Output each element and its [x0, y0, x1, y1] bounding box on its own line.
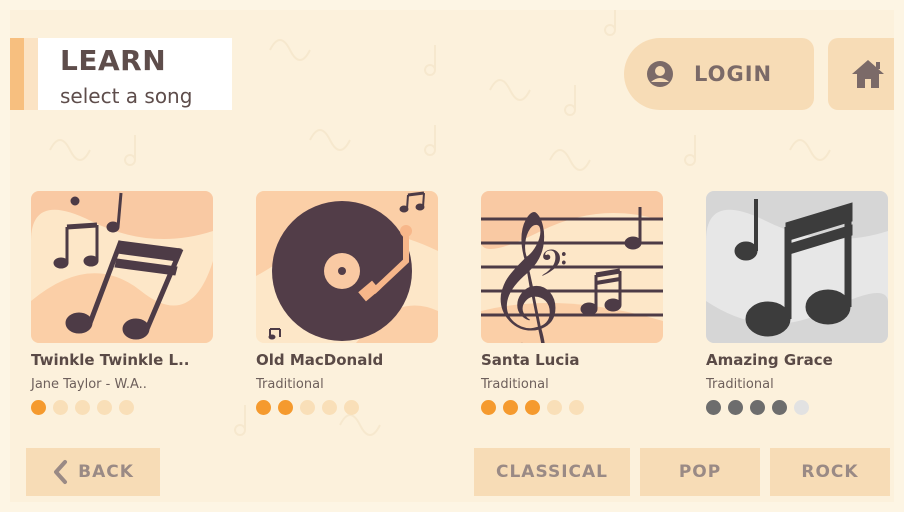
music-notes-icon [31, 191, 213, 343]
difficulty-rating [256, 400, 438, 415]
song-thumbnail [31, 191, 213, 343]
app-frame: LEARN select a song LOGIN Twinkle Twinkl… [10, 10, 894, 502]
home-button[interactable] [828, 38, 894, 110]
difficulty-dot [547, 400, 562, 415]
song-card[interactable]: Twinkle Twinkle L.. Jane Taylor - W.A.. [31, 191, 213, 415]
song-artist: Traditional [256, 377, 324, 392]
learn-header: LEARN select a song [10, 38, 232, 110]
back-label: BACK [78, 462, 134, 482]
song-title: Amazing Grace [706, 351, 833, 369]
song-title: Old MacDonald [256, 351, 384, 369]
song-thumbnail: 𝄞 𝄢 [481, 191, 663, 343]
difficulty-rating [481, 400, 663, 415]
difficulty-dot [728, 400, 743, 415]
song-artist: Traditional [706, 377, 774, 392]
category-label: ROCK [801, 462, 859, 482]
song-thumbnail [256, 191, 438, 343]
header-accent-stripe [10, 38, 38, 110]
back-button[interactable]: BACK [26, 448, 160, 496]
svg-text:𝄢: 𝄢 [539, 243, 567, 294]
home-icon [852, 60, 884, 88]
category-pop-button[interactable]: POP [640, 448, 760, 496]
music-staff-icon: 𝄞 𝄢 [481, 191, 663, 343]
song-artist: Jane Taylor - W.A.. [31, 377, 147, 392]
vinyl-record-icon [256, 191, 438, 343]
song-card[interactable]: 𝄞 𝄢 Santa Lucia Traditional [481, 191, 663, 415]
difficulty-dot [569, 400, 584, 415]
difficulty-dot [706, 400, 721, 415]
login-button[interactable]: LOGIN [624, 38, 814, 110]
user-circle-icon [647, 61, 673, 87]
difficulty-dot [481, 400, 496, 415]
music-notes-icon [706, 191, 888, 343]
difficulty-rating [31, 400, 213, 415]
song-artist: Traditional [481, 377, 549, 392]
category-rock-button[interactable]: ROCK [770, 448, 890, 496]
difficulty-dot [503, 400, 518, 415]
difficulty-dot [344, 400, 359, 415]
login-label: LOGIN [694, 62, 773, 86]
difficulty-dot [278, 400, 293, 415]
song-card[interactable]: Old MacDonald Traditional [256, 191, 438, 415]
category-label: POP [678, 462, 722, 482]
difficulty-dot [772, 400, 787, 415]
difficulty-dot [525, 400, 540, 415]
difficulty-dot [97, 400, 112, 415]
page-subtitle: select a song [60, 84, 193, 108]
song-title: Twinkle Twinkle L.. [31, 351, 190, 369]
chevron-left-icon [54, 460, 68, 484]
difficulty-dot [53, 400, 68, 415]
difficulty-dot [256, 400, 271, 415]
song-card[interactable]: Amazing Grace Traditional [706, 191, 888, 415]
difficulty-rating [706, 400, 888, 415]
difficulty-dot [322, 400, 337, 415]
difficulty-dot [750, 400, 765, 415]
page-title: LEARN [60, 44, 167, 77]
category-label: CLASSICAL [496, 462, 608, 482]
difficulty-dot [75, 400, 90, 415]
difficulty-dot [300, 400, 315, 415]
difficulty-dot [31, 400, 46, 415]
difficulty-dot [794, 400, 809, 415]
category-classical-button[interactable]: CLASSICAL [474, 448, 630, 496]
song-thumbnail [706, 191, 888, 343]
difficulty-dot [119, 400, 134, 415]
song-title: Santa Lucia [481, 351, 580, 369]
